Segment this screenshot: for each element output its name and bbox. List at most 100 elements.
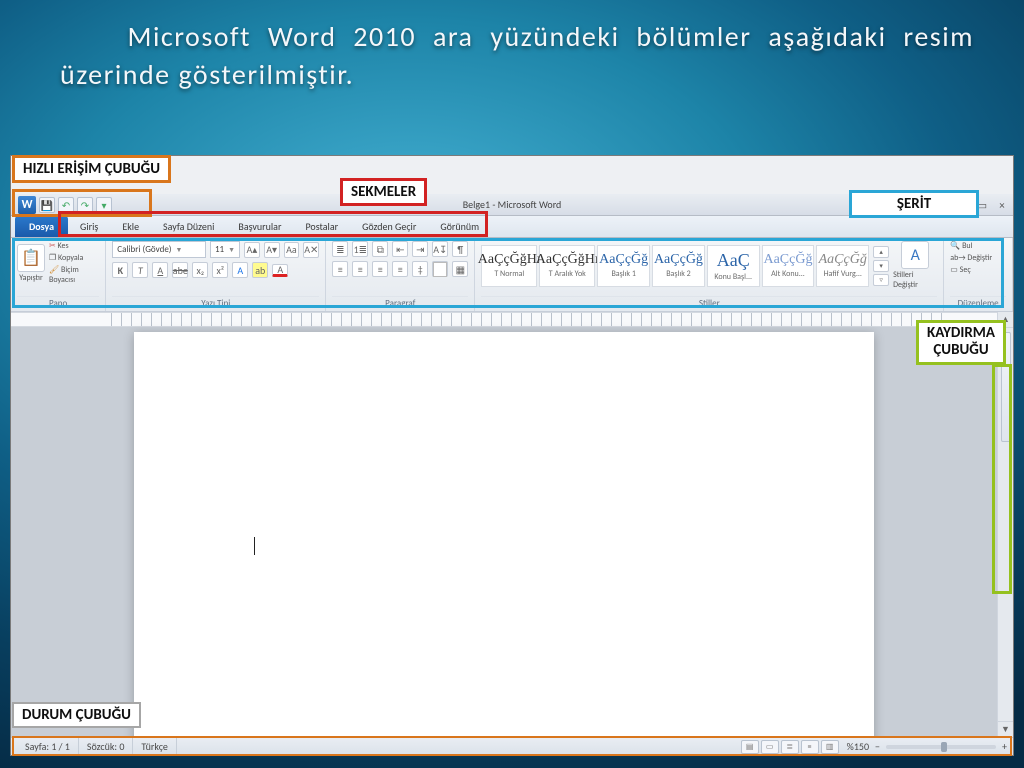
- qat-redo-icon[interactable]: ↷: [77, 197, 93, 213]
- cut-button[interactable]: ✂ Kes: [49, 241, 99, 251]
- font-size-combo[interactable]: 11▼: [210, 241, 240, 258]
- qat-undo-icon[interactable]: ↶: [58, 197, 74, 213]
- align-center-icon[interactable]: ≡: [352, 261, 368, 277]
- view-outline-icon[interactable]: ≡: [801, 740, 819, 754]
- view-web-layout-icon[interactable]: ≣: [781, 740, 799, 754]
- style-heading1[interactable]: AaÇçĞğBaşlık 1: [597, 245, 650, 287]
- change-styles-button[interactable]: A Stilleri Değiştir: [893, 241, 937, 290]
- tab-home[interactable]: Giriş: [68, 216, 110, 237]
- slide-heading: Microsoft Word 2010 ara yüzündeki bölüml…: [60, 18, 974, 94]
- paste-button[interactable]: 📋 Yapıştır: [17, 244, 45, 283]
- group-paragraph-label: Paragraf: [332, 296, 468, 311]
- zoom-in-icon[interactable]: +: [1002, 740, 1007, 753]
- horizontal-ruler[interactable]: [11, 312, 997, 327]
- line-spacing-icon[interactable]: ‡: [412, 261, 428, 277]
- heading-line1: Microsoft Word 2010 ara yüzündeki bölüml…: [128, 19, 752, 54]
- styles-row-down-icon[interactable]: ▾: [873, 260, 889, 272]
- view-full-screen-icon[interactable]: ▭: [761, 740, 779, 754]
- multilevel-icon[interactable]: ⧉: [372, 241, 388, 257]
- group-paragraph: ≣ 1≣ ⧉ ⇤ ⇥ A↧ ¶ ≡ ≡ ≡ ≡ ‡ ▦ P: [326, 238, 475, 311]
- qat-customize-icon[interactable]: ▾: [96, 197, 112, 213]
- group-clipboard-label: Pano: [17, 296, 99, 311]
- bold-icon[interactable]: K: [112, 262, 128, 278]
- quick-access-toolbar: W 💾 ↶ ↷ ▾: [13, 194, 112, 216]
- style-nospacing[interactable]: AaÇçĞğHıT Aralık Yok: [539, 245, 595, 287]
- style-title[interactable]: AaÇKonu Başl...: [707, 245, 760, 287]
- qat-save-icon[interactable]: 💾: [39, 197, 55, 213]
- tab-view[interactable]: Görünüm: [428, 216, 491, 237]
- group-styles: AaÇçĞğHıT Normal AaÇçĞğHıT Aralık Yok Aa…: [475, 238, 944, 311]
- highlight-icon[interactable]: ab: [252, 262, 268, 278]
- status-zoom[interactable]: %150: [847, 740, 869, 753]
- zoom-control: %150 − +: [847, 740, 1007, 753]
- tab-mailings[interactable]: Postalar: [293, 216, 350, 237]
- view-print-layout-icon[interactable]: ▤: [741, 740, 759, 754]
- subscript-icon[interactable]: x₂: [192, 262, 208, 278]
- format-painter-button[interactable]: 🖌 Biçim Boyacısı: [49, 265, 99, 285]
- copy-button[interactable]: ❐ Kopyala: [49, 253, 99, 263]
- grow-font-icon[interactable]: A▴: [244, 242, 260, 258]
- vertical-scrollbar[interactable]: ▲ ▼: [997, 312, 1013, 737]
- text-effects-icon[interactable]: A: [232, 262, 248, 278]
- replace-button[interactable]: ab→ Değiştir: [950, 253, 1006, 263]
- clear-format-icon[interactable]: A✕: [303, 242, 319, 258]
- zoom-slider[interactable]: [886, 745, 996, 749]
- decrease-indent-icon[interactable]: ⇤: [392, 241, 408, 257]
- page[interactable]: [134, 332, 874, 756]
- ribbon: 📋 Yapıştır ✂ Kes ❐ Kopyala 🖌 Biçim Boyac…: [11, 238, 1013, 312]
- tab-review[interactable]: Gözden Geçir: [350, 216, 428, 237]
- word-window: Belge1 - Microsoft Word ? ▢ – ▭ × W 💾 ↶ …: [10, 155, 1014, 756]
- increase-indent-icon[interactable]: ⇥: [412, 241, 428, 257]
- scroll-down-icon[interactable]: ▼: [998, 721, 1013, 737]
- group-editing: 🔍 Bul ab→ Değiştir ▭ Seç Düzenleme: [944, 238, 1013, 311]
- tab-insert[interactable]: Ekle: [110, 216, 151, 237]
- text-cursor: [254, 537, 255, 555]
- callout-ribbon: ŞERİT: [849, 190, 979, 218]
- callout-quick-access: HIZLI ERİŞİM ÇUBUĞU: [12, 155, 171, 183]
- word-app-icon[interactable]: W: [18, 196, 36, 214]
- style-heading2[interactable]: AaÇçĞğBaşlık 2: [652, 245, 705, 287]
- style-subtitle[interactable]: AaÇçĞğAlt Konu...: [762, 245, 815, 287]
- find-button[interactable]: 🔍 Bul: [950, 241, 1006, 251]
- view-buttons: ▤ ▭ ≣ ≡ ▥: [741, 740, 839, 754]
- select-button[interactable]: ▭ Seç: [950, 265, 1006, 275]
- zoom-out-icon[interactable]: −: [875, 740, 880, 753]
- shading-icon[interactable]: [432, 261, 448, 277]
- document-title: Belge1 - Microsoft Word: [463, 198, 562, 211]
- font-color-icon[interactable]: A: [272, 264, 288, 277]
- justify-icon[interactable]: ≡: [392, 261, 408, 277]
- align-right-icon[interactable]: ≡: [372, 261, 388, 277]
- paste-label: Yapıştır: [19, 273, 43, 283]
- strike-icon[interactable]: abe: [172, 262, 188, 278]
- status-words[interactable]: Sözcük: 0: [79, 738, 134, 755]
- group-clipboard: 📋 Yapıştır ✂ Kes ❐ Kopyala 🖌 Biçim Boyac…: [11, 238, 106, 311]
- status-lang[interactable]: Türkçe: [133, 738, 177, 755]
- change-case-icon[interactable]: Aa: [284, 242, 300, 258]
- group-font: Calibri (Gövde)▼ 11▼ A▴ A▾ Aa A✕ K T A a…: [106, 238, 326, 311]
- font-name-combo[interactable]: Calibri (Gövde)▼: [112, 241, 206, 258]
- status-page[interactable]: Sayfa: 1 / 1: [17, 738, 79, 755]
- show-marks-icon[interactable]: ¶: [452, 241, 468, 257]
- numbering-icon[interactable]: 1≣: [352, 241, 368, 257]
- italic-icon[interactable]: T: [132, 262, 148, 278]
- close-icon[interactable]: ×: [995, 199, 1009, 212]
- tab-pagelayout[interactable]: Sayfa Düzeni: [151, 216, 226, 237]
- style-emphasis[interactable]: AaÇçĞğHafif Vurg...: [816, 245, 869, 287]
- bullets-icon[interactable]: ≣: [332, 241, 348, 257]
- tab-references[interactable]: Başvurular: [226, 216, 293, 237]
- borders-icon[interactable]: ▦: [452, 261, 468, 277]
- align-left-icon[interactable]: ≡: [332, 261, 348, 277]
- callout-scrollbar-l1: KAYDIRMA: [927, 324, 995, 342]
- view-draft-icon[interactable]: ▥: [821, 740, 839, 754]
- underline-icon[interactable]: A: [152, 262, 168, 278]
- styles-row-up-icon[interactable]: ▴: [873, 246, 889, 258]
- group-font-label: Yazı Tipi: [112, 296, 319, 311]
- tab-file[interactable]: Dosya: [15, 216, 68, 237]
- callout-scrollbar: KAYDIRMA ÇUBUĞU: [916, 320, 1006, 365]
- style-normal[interactable]: AaÇçĞğHıT Normal: [481, 245, 537, 287]
- shrink-font-icon[interactable]: A▾: [264, 242, 280, 258]
- superscript-icon[interactable]: x²: [212, 262, 228, 278]
- styles-more-icon[interactable]: ▿: [873, 274, 889, 286]
- sort-icon[interactable]: A↧: [432, 241, 448, 257]
- group-editing-label: Düzenleme: [950, 296, 1006, 311]
